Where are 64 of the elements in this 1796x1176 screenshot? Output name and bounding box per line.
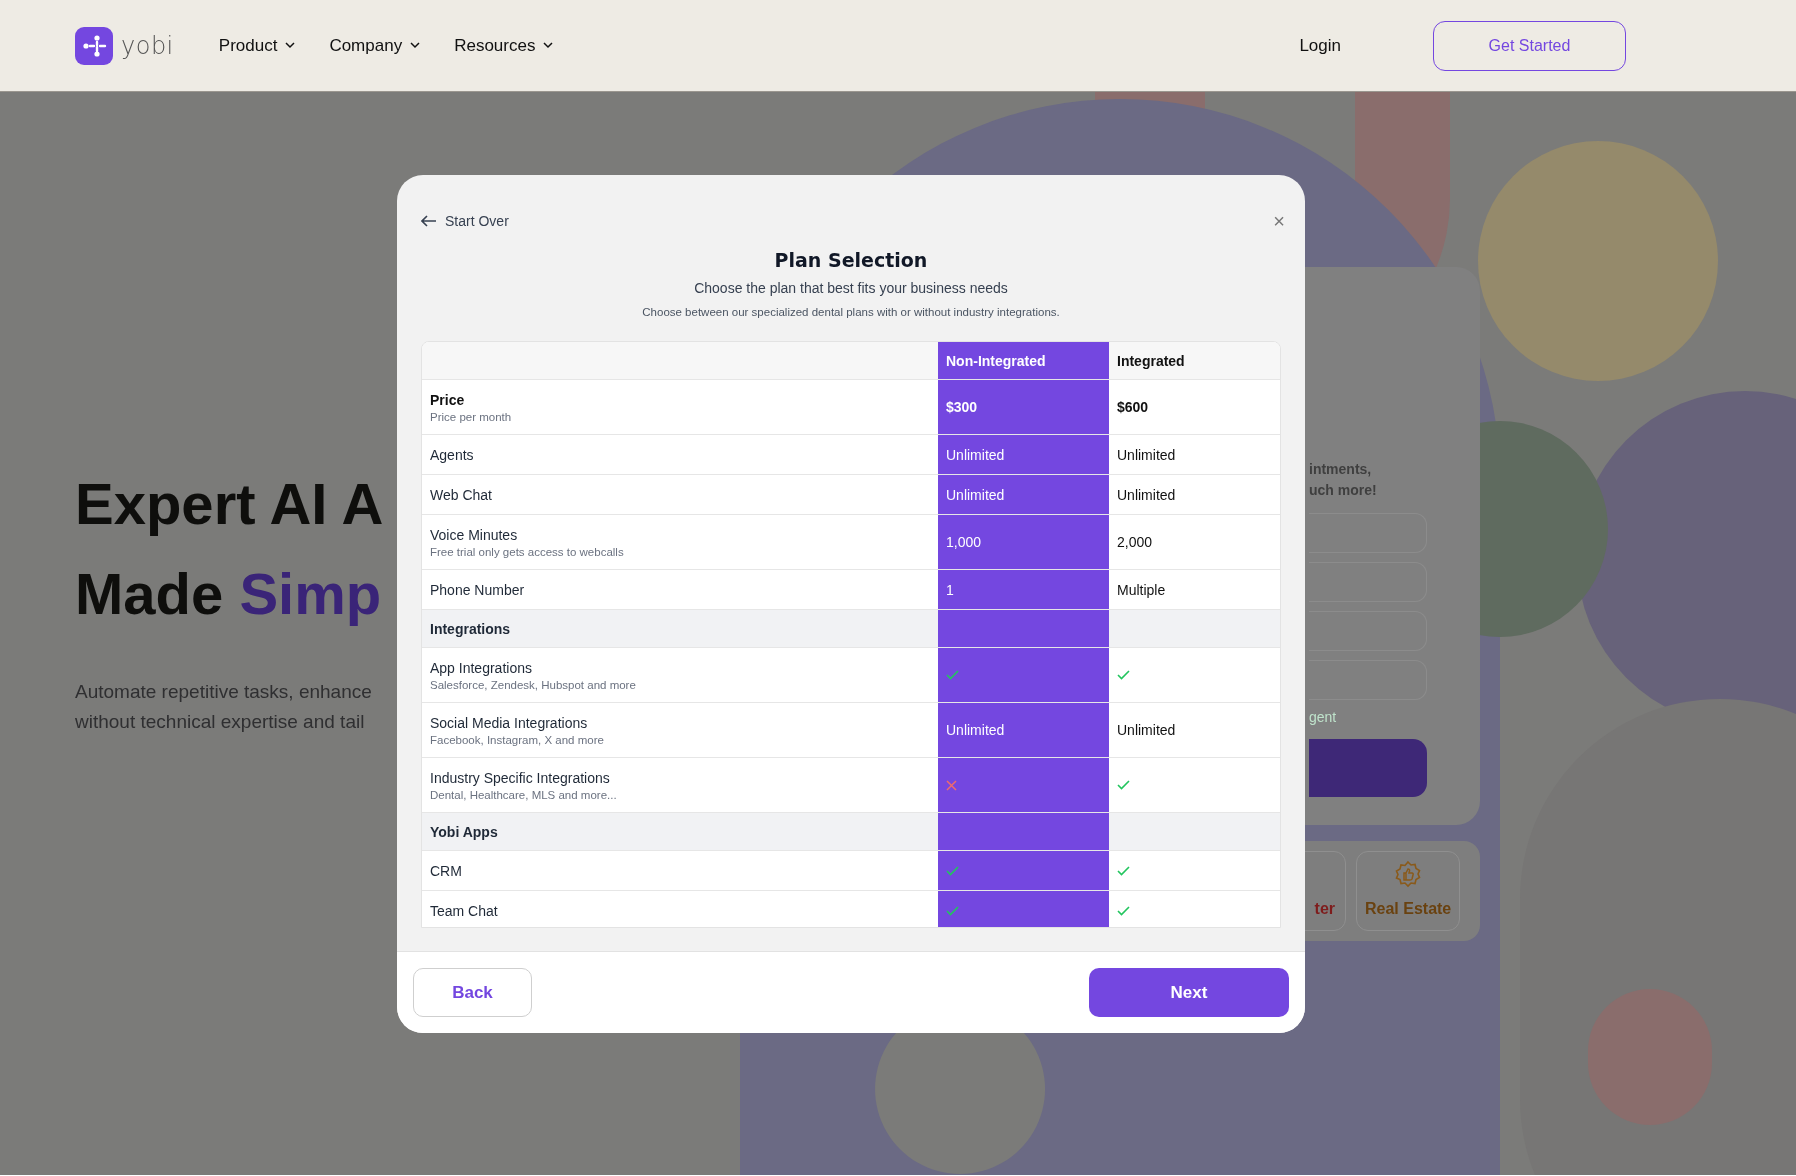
start-over-link[interactable]: Start Over — [421, 213, 509, 229]
dialog-title: Plan Selection — [773, 249, 929, 271]
feature-description: Price per month — [430, 410, 513, 423]
industry-label: ter — [1314, 900, 1335, 918]
checkmark-icon — [1117, 905, 1130, 916]
checkmark-icon — [1117, 865, 1130, 876]
back-button[interactable]: Back — [413, 968, 532, 1017]
get-started-button[interactable]: Get Started — [1433, 20, 1626, 71]
plan-value: $600 — [1117, 399, 1149, 415]
plan-value: 1,000 — [946, 534, 982, 550]
agent-link[interactable]: gent — [1309, 709, 1427, 725]
feature-name: Team Chat — [430, 902, 499, 919]
checkmark-icon — [946, 905, 959, 916]
section-heading: Yobi Apps — [430, 823, 499, 840]
feature-description: Free trial only gets access to webcalls — [430, 545, 625, 558]
nav-menu-item[interactable]: Product — [218, 35, 296, 56]
feature-name: Web Chat — [430, 486, 493, 503]
feature-name: CRM — [430, 862, 463, 879]
checkmark-icon — [1117, 780, 1130, 790]
feature-description: Salesforce, Zendesk, Hubspot and more — [430, 678, 637, 691]
industry-label: Real Estate — [1365, 900, 1452, 918]
plan-column-header[interactable]: Non-Integrated — [938, 342, 1109, 379]
logo-icon[interactable] — [75, 26, 113, 65]
plan-column-header[interactable]: Integrated — [1109, 342, 1280, 379]
dialog-note: Choose between our specialized dental plans with or without industry integrations. — [641, 306, 1061, 318]
section-heading: Integrations — [430, 620, 512, 637]
signup-description: intments, uch more! — [1309, 460, 1378, 500]
caret-icon — [410, 42, 421, 49]
feature-name: Phone Number — [430, 581, 526, 598]
close-button[interactable]: × — [1269, 209, 1289, 233]
plan-value: 2,000 — [1117, 534, 1153, 550]
feature-name: Social Media Integrations — [430, 714, 589, 731]
plan-value: Unlimited — [1117, 486, 1176, 503]
feature-name: Voice Minutes — [430, 526, 519, 543]
login-link[interactable]: Login — [1299, 35, 1341, 56]
feature-description: Facebook, Instagram, X and more — [430, 733, 605, 746]
logo-wordmark[interactable]: yobi — [121, 31, 174, 60]
plan-value: Multiple — [1117, 581, 1166, 598]
plan-value: Unlimited — [1117, 446, 1176, 463]
submit-button[interactable] — [1309, 739, 1427, 797]
nav-menu-item[interactable]: Resources — [454, 35, 554, 56]
back-arrow-icon — [421, 215, 437, 227]
hero-description: Automate repetitive tasks, enhance without technical expertise and tail — [75, 680, 372, 734]
plan-value: Unlimited — [1117, 722, 1176, 738]
dialog-subtitle: Choose the plan that best fits your business needs — [693, 280, 1009, 296]
caret-icon — [543, 42, 554, 49]
feature-description: Dental, Healthcare, MLS and more... — [430, 788, 618, 801]
checkmark-icon — [946, 865, 959, 876]
cross-icon — [946, 779, 957, 791]
plan-value: Unlimited — [946, 446, 1005, 463]
caret-icon — [285, 42, 296, 49]
next-button[interactable]: Next — [1089, 968, 1289, 1017]
plan-value: $300 — [946, 399, 978, 415]
checkmark-icon — [1117, 670, 1130, 680]
feature-name: Agents — [430, 446, 475, 463]
nav-menu-item[interactable]: Company — [329, 35, 421, 56]
plan-value: 1 — [946, 581, 954, 598]
feature-name: Industry Specific Integrations — [430, 769, 611, 786]
plan-value: Unlimited — [946, 722, 1005, 738]
plan-value: Unlimited — [946, 486, 1005, 503]
checkmark-icon — [946, 670, 959, 680]
hero-heading: Expert AI A Made Simp — [75, 470, 384, 628]
feature-name: App Integrations — [430, 659, 533, 676]
feature-name: Price — [430, 391, 466, 408]
